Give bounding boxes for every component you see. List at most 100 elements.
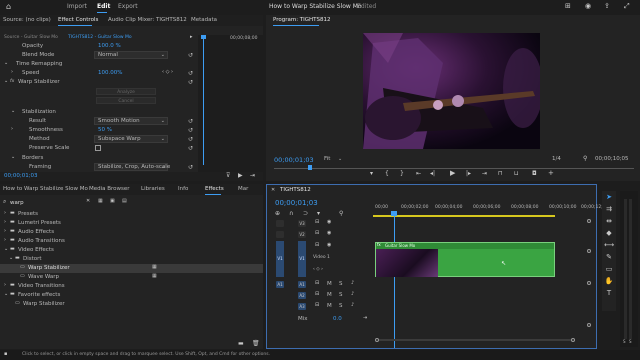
reset-icon[interactable]: ↺ xyxy=(188,164,193,171)
export-icon[interactable]: ⇥ xyxy=(250,173,255,179)
extract-icon[interactable]: ⊔ xyxy=(514,171,519,177)
mark-out-icon[interactable]: } xyxy=(400,171,404,177)
share-icon[interactable]: ⇪ xyxy=(604,3,610,10)
tree-item-wave-warp[interactable]: ▭ Wave Warp ▦ xyxy=(0,273,263,282)
razor-tool-icon[interactable]: ◆ xyxy=(602,229,616,237)
timeline-vscroll[interactable] xyxy=(587,219,591,329)
microphone-icon[interactable]: ♪ xyxy=(351,281,354,286)
reset-icon[interactable]: ↺ xyxy=(188,52,193,59)
toggle-sync-lock-icon[interactable]: ⊟ xyxy=(315,220,319,225)
mute-button[interactable]: M xyxy=(327,292,332,299)
mute-button[interactable]: M xyxy=(327,281,332,288)
scroll-handle-right[interactable] xyxy=(571,338,575,342)
slip-tool-icon[interactable]: ⟷ xyxy=(602,241,616,249)
toggle-sync-lock-icon[interactable]: ⊟ xyxy=(315,303,319,308)
nav-edit[interactable]: Edit xyxy=(97,4,110,10)
smoothness-value[interactable]: 50 % xyxy=(98,127,112,134)
new-bin-icon[interactable]: ▬ xyxy=(238,341,244,347)
reset-icon[interactable]: ↺ xyxy=(188,70,193,77)
tree-item-warp-stabilizer[interactable]: ▭ Warp Stabilizer ▦ xyxy=(0,264,263,273)
source-patch-v1[interactable]: V1 xyxy=(276,241,284,277)
step-back-icon[interactable]: ◂| xyxy=(430,171,435,177)
microphone-icon[interactable]: ♪ xyxy=(351,303,354,308)
go-to-out-icon[interactable]: ⇥ xyxy=(482,171,487,177)
nav-import[interactable]: Import xyxy=(67,4,87,10)
solo-button[interactable]: S xyxy=(339,292,343,299)
page-indicator[interactable]: 1/4 xyxy=(552,156,561,163)
accelerated-effects-icon[interactable]: ▦ xyxy=(98,199,103,204)
collapse-chevron-icon[interactable]: ⌄ xyxy=(11,109,15,114)
track-target-a1[interactable]: A1 xyxy=(298,281,306,288)
eye-icon[interactable]: ◉ xyxy=(327,220,331,225)
filter-icon[interactable]: ⊽ xyxy=(226,173,230,179)
toggle-sync-lock-icon[interactable]: ⊟ xyxy=(315,231,319,236)
hand-tool-icon[interactable]: ✋ xyxy=(602,277,616,285)
tree-item-favorite-effects[interactable]: ⌄ ▬ Favorite effects xyxy=(0,291,263,300)
solo-button[interactable]: S xyxy=(339,281,343,288)
tree-item-lumetri-presets[interactable]: › ▬ Lumetri Presets xyxy=(0,219,263,228)
eye-icon[interactable]: ◉ xyxy=(327,231,331,236)
reset-icon[interactable]: ↺ xyxy=(188,79,193,86)
analyze-button[interactable]: Analyze xyxy=(96,88,156,95)
effects-search-input[interactable] xyxy=(10,199,84,207)
tab-project[interactable]: How to Warp Stabilize Slow Mo xyxy=(3,186,88,193)
sequence-clip-name[interactable]: TIGHTS812 - Guitar Slow Mo xyxy=(68,35,132,41)
speed-value[interactable]: 100.00% xyxy=(98,70,122,77)
tree-item-audio-effects[interactable]: › ▬ Audio Effects xyxy=(0,228,263,237)
nav-export[interactable]: Export xyxy=(118,4,138,10)
fullscreen-icon[interactable]: ⤢ xyxy=(624,3,630,10)
tree-item-video-effects[interactable]: ⌄ ▬ Video Effects xyxy=(0,246,263,255)
track-target-v1[interactable]: V1 xyxy=(298,241,306,277)
scroll-handle[interactable] xyxy=(587,249,591,253)
add-marker-icon[interactable]: ▾ xyxy=(317,211,320,217)
tab-media-browser[interactable]: Media Browser xyxy=(89,186,130,193)
blend-mode-dropdown[interactable]: Normal ⌄ xyxy=(94,51,168,59)
wrench-icon[interactable]: ⚲ xyxy=(583,156,587,162)
tree-item-distort[interactable]: ⌄ ▬ Distort xyxy=(0,255,263,264)
tab-metadata[interactable]: Metadata xyxy=(191,17,217,24)
source-patch-a1[interactable]: A1 xyxy=(276,281,284,288)
go-to-in-icon[interactable]: ⇤ xyxy=(416,171,421,177)
track-target-a2[interactable]: A2 xyxy=(298,292,306,299)
eye-icon[interactable]: ◉ xyxy=(327,243,331,248)
nest-icon[interactable]: ⊕ xyxy=(275,211,280,217)
meter-solo-button[interactable]: S xyxy=(623,340,626,344)
method-dropdown[interactable]: Subspace Warp ⌄ xyxy=(94,135,168,143)
ec-playhead[interactable] xyxy=(203,35,204,165)
home-icon[interactable]: ⌂ xyxy=(6,3,11,11)
linked-selection-icon[interactable]: ⊃ xyxy=(303,211,308,217)
reset-icon[interactable]: ↺ xyxy=(188,127,193,134)
source-clip-name[interactable]: Source - Guitar Slow Mo xyxy=(4,35,58,41)
track-target-v2[interactable]: V2 xyxy=(298,231,306,238)
reset-icon[interactable]: ↺ xyxy=(188,145,193,152)
timeline-settings-icon[interactable]: ⚲ xyxy=(339,211,343,217)
delete-icon[interactable]: 🗑 xyxy=(252,341,260,347)
ec-timecode[interactable]: 00;00;01;03 xyxy=(4,173,38,180)
track-target-a3[interactable]: A3 xyxy=(298,303,306,310)
play-icon[interactable]: ▶ xyxy=(238,173,243,179)
go-to-end-icon[interactable]: ⇥ xyxy=(363,316,367,321)
tree-item-video-transitions[interactable]: › ▬ Video Transitions xyxy=(0,282,263,291)
keyframe-nav-icon[interactable]: ‹ ◇ › xyxy=(313,267,323,273)
meter-solo-button-right[interactable]: S xyxy=(629,340,632,344)
tab-info[interactable]: Info xyxy=(178,186,188,193)
tab-source[interactable]: Source: (no clips) xyxy=(3,17,51,24)
pen-tool-icon[interactable]: ✎ xyxy=(602,253,616,261)
collapse-chevron-icon[interactable]: ⌄ xyxy=(11,155,15,160)
tab-effects[interactable]: Effects xyxy=(205,186,224,193)
microphone-icon[interactable]: ♪ xyxy=(351,292,354,297)
solo-button[interactable]: S xyxy=(339,303,343,310)
mark-in-icon[interactable]: { xyxy=(385,171,389,177)
program-playhead[interactable] xyxy=(308,165,312,170)
workspaces-icon[interactable]: ⊞ xyxy=(565,3,571,10)
program-title[interactable]: Program: TIGHTS812 xyxy=(273,17,331,24)
scroll-handle[interactable] xyxy=(587,281,591,285)
timeline-hscroll[interactable] xyxy=(375,338,575,342)
reset-icon[interactable]: ↺ xyxy=(188,118,193,125)
timeline-playhead-line[interactable] xyxy=(394,213,395,348)
collapse-chevron-icon[interactable]: ⌄ xyxy=(4,61,8,66)
tab-markers[interactable]: Mar xyxy=(238,186,248,193)
notification-icon[interactable]: ◉ xyxy=(585,3,591,10)
fit-dropdown[interactable]: Fit ⌄ xyxy=(324,156,344,164)
expand-chevron-icon[interactable]: › xyxy=(11,70,13,75)
